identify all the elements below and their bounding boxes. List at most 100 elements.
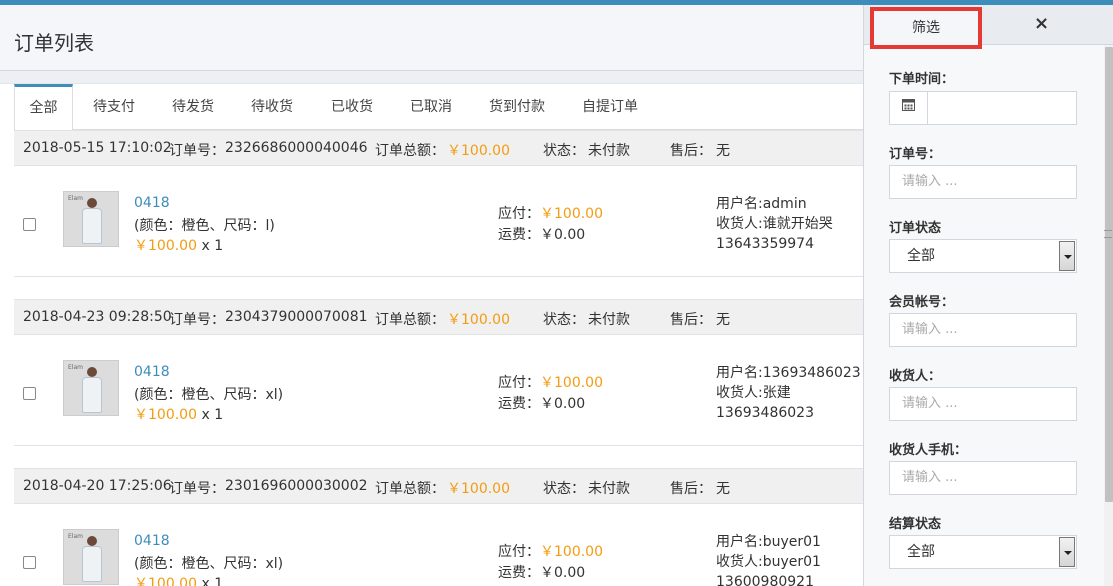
product-name-link[interactable]: 0418 xyxy=(134,364,170,380)
chevron-down-icon[interactable] xyxy=(1059,241,1075,271)
product-price-line: ￥100.00 x 1 xyxy=(134,573,223,586)
order-body: Elam 0418 (颜色：橙色、尺码：l) ￥100.00 x 1 应付：￥1… xyxy=(14,166,863,277)
order-time: 2018-04-20 17:25:06 xyxy=(23,478,172,494)
order-status-label: 状态： xyxy=(543,312,585,328)
buyer-info: 用户名:13693486023 收货人:张建 13693486023 xyxy=(716,363,861,423)
filter-panel-tabs: 筛选 × xyxy=(864,5,1113,49)
order-status-selected: 全部 xyxy=(907,248,935,264)
main-content: 订单列表 全部 待支付 待发货 待收货 已收货 已取消 货到付款 自提订单 20… xyxy=(0,5,863,586)
receiver-phone: 13643359974 xyxy=(716,236,814,252)
payable-label: 应付： xyxy=(498,544,540,560)
receiver-phone: 13600980921 xyxy=(716,574,814,586)
after-sale-label: 售后： xyxy=(670,312,712,328)
buyer-info: 用户名:buyer01 收货人:buyer01 13600980921 xyxy=(716,532,821,586)
payable-label: 应付： xyxy=(498,206,540,222)
product-attributes: (颜色：橙色、尺码：xl) xyxy=(134,556,284,572)
order-status-label: 状态： xyxy=(543,143,585,159)
filter-tab[interactable]: 筛选 xyxy=(870,7,982,49)
order-number-label: 订单号： xyxy=(169,143,225,159)
tab-self-pickup[interactable]: 自提订单 xyxy=(574,84,646,130)
order-status-filter-label: 订单状态 xyxy=(889,221,942,236)
order-checkbox[interactable] xyxy=(23,556,36,569)
tab-pending-receipt[interactable]: 待收货 xyxy=(236,84,308,130)
product-qty: x 1 xyxy=(201,238,224,254)
shipping-label: 运费： xyxy=(498,227,540,243)
order-header: 2018-05-15 17:10:02 订单号： 232668600004004… xyxy=(14,130,863,166)
product-name-link[interactable]: 0418 xyxy=(134,195,170,211)
receiver-input[interactable]: 请输入 ... xyxy=(889,387,1077,421)
after-sale-label: 售后： xyxy=(670,481,712,497)
order-header: 2018-04-23 09:28:50 订单号： 230437900007008… xyxy=(14,299,863,335)
product-price: ￥100.00 xyxy=(134,407,197,423)
order-time: 2018-04-23 09:28:50 xyxy=(23,309,172,325)
order-no-input[interactable]: 请输入 ... xyxy=(889,165,1077,199)
product-price-line: ￥100.00 x 1 xyxy=(134,404,223,424)
order-number-label: 订单号： xyxy=(169,481,225,497)
order-total: ￥100.00 xyxy=(447,143,510,159)
order-no-label: 订单号： xyxy=(889,147,942,162)
receiver-phone: 13693486023 xyxy=(716,405,814,421)
settlement-status-select[interactable]: 全部 xyxy=(889,535,1077,569)
shipping-line: 运费：￥0.00 xyxy=(498,393,585,413)
order-status: 未付款 xyxy=(588,143,630,159)
product-thumbnail[interactable]: Elam xyxy=(63,360,119,416)
tab-cash-on-delivery[interactable]: 货到付款 xyxy=(481,84,553,130)
product-attributes: (颜色：橙色、尺码：l) xyxy=(134,218,275,234)
tab-received[interactable]: 已收货 xyxy=(316,84,388,130)
order-time-field[interactable] xyxy=(889,91,1077,125)
tab-all[interactable]: 全部 xyxy=(14,84,73,131)
calendar-icon[interactable] xyxy=(890,92,928,124)
product-name-link[interactable]: 0418 xyxy=(134,533,170,549)
receiver-name: 收货人:张建 xyxy=(716,385,791,401)
payable-label: 应付： xyxy=(498,375,540,391)
order-total-label: 订单总额： xyxy=(375,481,445,497)
order-total: ￥100.00 xyxy=(447,312,510,328)
after-sale-value: 无 xyxy=(716,481,730,497)
payable-line: 应付：￥100.00 xyxy=(498,541,603,561)
tab-pending-shipment[interactable]: 待发货 xyxy=(157,84,229,130)
order-status-label: 状态： xyxy=(543,481,585,497)
shipping-label: 运费： xyxy=(498,565,540,581)
shipping-amount: ￥0.00 xyxy=(540,227,586,243)
order-status-select[interactable]: 全部 xyxy=(889,239,1077,273)
member-account-label: 会员帐号： xyxy=(889,295,955,310)
receiver-filter-label: 收货人： xyxy=(889,369,942,384)
page-title: 订单列表 xyxy=(14,31,94,55)
product-thumbnail[interactable]: Elam xyxy=(63,529,119,585)
member-account-input[interactable]: 请输入 ... xyxy=(889,313,1077,347)
order-number: 2304379000070081 xyxy=(225,309,368,325)
order-number: 2301696000030002 xyxy=(225,478,368,494)
payable-line: 应付：￥100.00 xyxy=(498,203,603,223)
order-status: 未付款 xyxy=(588,481,630,497)
shipping-line: 运费：￥0.00 xyxy=(498,562,585,582)
product-qty: x 1 xyxy=(201,407,224,423)
settlement-status-selected: 全部 xyxy=(907,544,935,560)
chevron-down-icon[interactable] xyxy=(1059,537,1075,567)
filter-panel: 筛选 × 下单时间： 订单号： 请输入 ... 订单状态 全部 会员帐号： 请输… xyxy=(863,5,1113,586)
after-sale-value: 无 xyxy=(716,312,730,328)
order-checkbox[interactable] xyxy=(23,218,36,231)
settlement-status-label: 结算状态 xyxy=(889,517,942,532)
receiver-name: 收货人:buyer01 xyxy=(716,554,821,570)
product-attributes: (颜色：橙色、尺码：xl) xyxy=(134,387,284,403)
order-number: 2326686000040046 xyxy=(225,140,368,156)
payable-amount: ￥100.00 xyxy=(540,206,603,222)
product-thumbnail[interactable]: Elam xyxy=(63,191,119,247)
order-time: 2018-05-15 17:10:02 xyxy=(23,140,172,156)
shipping-line: 运费：￥0.00 xyxy=(498,224,585,244)
buyer-username: 用户名:buyer01 xyxy=(716,534,821,550)
after-sale-label: 售后： xyxy=(670,143,712,159)
shipping-amount: ￥0.00 xyxy=(540,565,586,581)
tab-pending-payment[interactable]: 待支付 xyxy=(78,84,150,130)
receiver-phone-input[interactable]: 请输入 ... xyxy=(889,461,1077,495)
tab-cancelled[interactable]: 已取消 xyxy=(395,84,467,130)
buyer-info: 用户名:admin 收货人:谁就开始哭 13643359974 xyxy=(716,194,833,254)
order-body: Elam 0418 (颜色：橙色、尺码：xl) ￥100.00 x 1 应付：￥… xyxy=(14,335,863,446)
order-body: Elam 0418 (颜色：橙色、尺码：xl) ￥100.00 x 1 应付：￥… xyxy=(14,504,863,586)
resize-grip-icon[interactable] xyxy=(1104,230,1112,238)
order-checkbox[interactable] xyxy=(23,387,36,400)
panel-scrollbar-thumb[interactable] xyxy=(1105,47,1113,502)
payable-line: 应付：￥100.00 xyxy=(498,372,603,392)
close-icon[interactable]: × xyxy=(1034,13,1049,34)
shipping-amount: ￥0.00 xyxy=(540,396,586,412)
